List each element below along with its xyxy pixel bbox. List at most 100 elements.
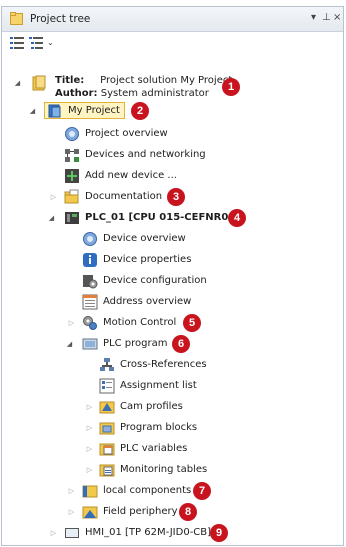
expand-icon[interactable]: ◢ xyxy=(13,79,22,88)
callout-marker: 2 xyxy=(131,102,149,120)
collapse-icon[interactable]: ▷ xyxy=(85,424,94,433)
tree-item-label: My Project xyxy=(68,105,120,116)
tree-item-label: PLC_01 [CPU 015-CEFNR00] xyxy=(85,212,240,223)
tree-item-device-properties[interactable]: Device properties xyxy=(2,250,343,271)
list-view-icon[interactable] xyxy=(10,36,26,50)
panel-titlebar: Project tree ▾ ⊥ × xyxy=(2,7,343,32)
callout-marker: 9 xyxy=(210,524,228,542)
tree-item-motion-control[interactable]: ▷ Motion Control 5 xyxy=(2,313,343,334)
tree-item-label: Program blocks xyxy=(120,422,198,433)
tree-item-devices-networking[interactable]: Devices and networking xyxy=(2,145,343,166)
tree-item-monitoring-tables[interactable]: ▷ Monitoring tables xyxy=(2,460,343,481)
tree-item-label: Cross-References xyxy=(120,359,207,370)
overview-icon xyxy=(64,126,80,142)
project-folder-icon xyxy=(47,103,63,119)
toolbar-dropdown-icon[interactable]: ⌄ xyxy=(47,38,54,47)
close-icon[interactable]: × xyxy=(333,12,341,23)
collapse-icon[interactable]: ▷ xyxy=(85,403,94,412)
tree-item-label: Field periphery xyxy=(103,506,178,517)
project-icon xyxy=(32,75,48,91)
panel-title: Project tree xyxy=(30,13,91,25)
motion-control-icon xyxy=(82,315,98,331)
tree-item-label: HMI_01 [TP 62M-JID0-CB] xyxy=(85,527,212,538)
collapse-icon[interactable]: ▷ xyxy=(49,529,58,538)
monitoring-tables-folder-icon xyxy=(99,462,115,478)
tree-item-my-project[interactable]: ◢ My Project 2 xyxy=(2,101,343,122)
author-value: System administrator xyxy=(100,88,209,99)
local-components-folder-icon xyxy=(82,483,98,499)
callout-marker: 5 xyxy=(183,314,201,332)
tree-item-label: Device properties xyxy=(103,254,192,265)
tree-item-cam-profiles[interactable]: ▷ Cam profiles xyxy=(2,397,343,418)
tree-item-plc-program[interactable]: ◢ PLC program 6 xyxy=(2,334,343,355)
panel-folder-icon xyxy=(10,12,24,25)
tree-item-cross-references[interactable]: Cross-References xyxy=(2,355,343,376)
tree-item-label: PLC variables xyxy=(120,443,188,454)
cam-profiles-folder-icon xyxy=(99,399,115,415)
tree-item-label: Devices and networking xyxy=(85,149,206,160)
callout-marker: 6 xyxy=(172,335,190,353)
assignment-list-icon xyxy=(99,378,115,394)
tree-item-hmi[interactable]: ▷ HMI_01 [TP 62M-JID0-CB] 9 xyxy=(2,523,343,544)
collapse-icon[interactable]: ▷ xyxy=(85,466,94,475)
properties-icon xyxy=(82,252,98,268)
collapse-icon[interactable]: ▷ xyxy=(67,508,76,517)
project-info: Title: Project solution My Project Autho… xyxy=(55,74,232,100)
tree-item-documentation[interactable]: ▷ Documentation 3 xyxy=(2,187,343,208)
plc-icon xyxy=(64,210,80,226)
tree-item-local-components[interactable]: ▷ local components 7 xyxy=(2,481,343,502)
tree-item-label: local components xyxy=(103,485,192,496)
tree-item-label: Device overview xyxy=(103,233,186,244)
cross-references-icon xyxy=(99,357,115,373)
title-value: Project solution My Project xyxy=(100,75,233,86)
expand-icon[interactable]: ◢ xyxy=(47,214,56,223)
tree-item-label: Cam profiles xyxy=(120,401,183,412)
panel-menu-icon[interactable]: ▾ xyxy=(311,12,316,23)
field-periphery-folder-icon xyxy=(82,504,98,520)
overview-icon xyxy=(82,231,98,247)
tree-item-label: Project overview xyxy=(85,128,168,139)
tree-item-label: Documentation xyxy=(85,191,163,202)
documentation-folder-icon xyxy=(64,189,80,205)
tree-item-plc-variables[interactable]: ▷ PLC variables xyxy=(2,439,343,460)
collapse-icon[interactable]: ▷ xyxy=(67,487,76,496)
tree-item-device-overview[interactable]: Device overview xyxy=(2,229,343,250)
collapse-icon[interactable]: ▷ xyxy=(49,193,58,202)
callout-marker: 3 xyxy=(167,188,185,206)
plc-variables-folder-icon xyxy=(99,441,115,457)
collapse-icon[interactable]: ▷ xyxy=(67,319,76,328)
tree-item-label: PLC program xyxy=(103,338,168,349)
callout-marker: 1 xyxy=(222,78,240,96)
tree-item-address-overview[interactable]: Address overview xyxy=(2,292,343,313)
tree-item-field-periphery[interactable]: ▷ Field periphery 8 xyxy=(2,502,343,523)
callout-marker: 7 xyxy=(193,482,211,500)
panel-toolbar: ⌄ xyxy=(2,32,343,54)
tree-item-device-configuration[interactable]: Device configuration xyxy=(2,271,343,292)
title-label: Title: xyxy=(55,75,85,86)
tree-item-label: Assignment list xyxy=(120,380,197,391)
collapse-icon[interactable]: ▷ xyxy=(85,445,94,454)
hmi-icon xyxy=(64,525,80,541)
address-table-icon xyxy=(82,294,98,310)
callout-marker: 8 xyxy=(179,503,197,521)
tree-item-add-device[interactable]: Add new device ... xyxy=(2,166,343,187)
program-blocks-folder-icon xyxy=(99,420,115,436)
configuration-icon xyxy=(82,273,98,289)
expand-icon[interactable]: ◢ xyxy=(28,107,37,116)
tree-item-program-blocks[interactable]: ▷ Program blocks xyxy=(2,418,343,439)
pin-icon[interactable]: ⊥ xyxy=(322,12,331,23)
project-tree-panel: Project tree ▾ ⊥ × ⌄ ◢ Title: Project so… xyxy=(1,6,344,546)
author-label: Author: xyxy=(55,88,98,99)
tree-item-plc[interactable]: ◢ PLC_01 [CPU 015-CEFNR00] 4 xyxy=(2,208,343,229)
add-device-icon xyxy=(64,168,80,184)
tree-item-label: Address overview xyxy=(103,296,192,307)
tree-item-project-overview[interactable]: Project overview xyxy=(2,124,343,145)
expand-icon[interactable]: ◢ xyxy=(65,340,74,349)
detail-view-icon[interactable] xyxy=(29,36,45,50)
tree-item-assignment-list[interactable]: Assignment list xyxy=(2,376,343,397)
tree-item-label: Monitoring tables xyxy=(120,464,208,475)
tree-item-label: Device configuration xyxy=(103,275,207,286)
network-icon xyxy=(64,147,80,163)
plc-program-icon xyxy=(82,336,98,352)
tree-item-label: Add new device ... xyxy=(85,170,177,181)
